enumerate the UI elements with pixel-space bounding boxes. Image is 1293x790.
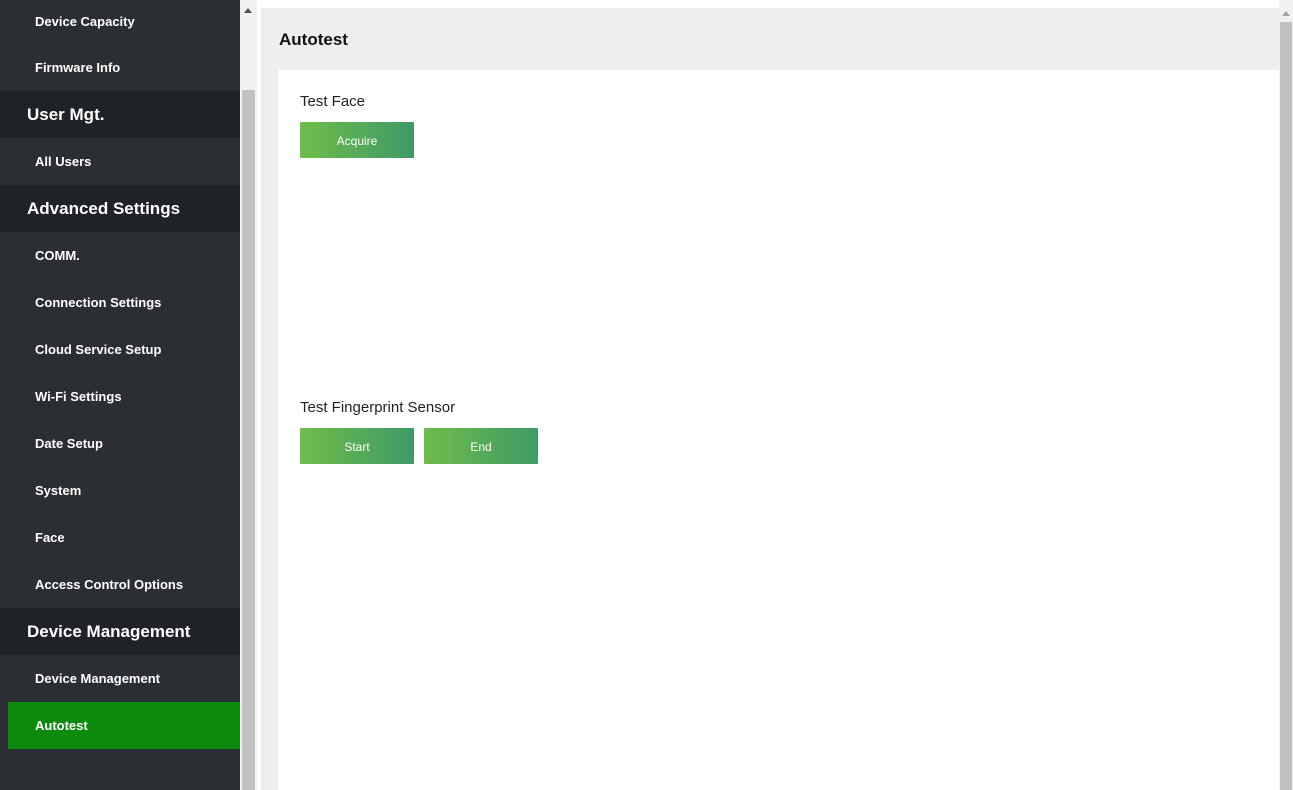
- scroll-up-arrow-icon[interactable]: [244, 8, 252, 13]
- scrollbar-thumb[interactable]: [242, 90, 255, 790]
- sidebar-item-firmware-info[interactable]: Firmware Info: [0, 44, 240, 91]
- test-fingerprint-label: Test Fingerprint Sensor: [300, 399, 456, 416]
- sidebar-item-label: Device Management: [35, 671, 160, 686]
- sidebar-item-all-users[interactable]: All Users: [0, 138, 240, 185]
- sidebar-section-user-mgt[interactable]: User Mgt.: [0, 91, 240, 138]
- sidebar-item-label: Date Setup: [35, 436, 103, 451]
- page-title: Autotest: [279, 30, 348, 49]
- sidebar-item-label: Firmware Info: [35, 60, 121, 75]
- sidebar-section-label: Advanced Settings: [27, 199, 181, 218]
- sidebar-section-label: User Mgt.: [27, 105, 105, 124]
- sidebar-item-comm[interactable]: COMM.: [0, 232, 240, 279]
- sidebar-item-label: All Users: [35, 154, 92, 169]
- autotest-panel: Test Face Acquire Test Fingerprint Senso…: [277, 70, 1278, 790]
- sidebar-item-wifi-settings[interactable]: Wi-Fi Settings: [0, 373, 240, 420]
- scroll-up-arrow-icon[interactable]: [1282, 11, 1290, 16]
- sidebar-section-device-management[interactable]: Device Management: [0, 608, 240, 655]
- sidebar-item-label: Cloud Service Setup: [35, 342, 162, 357]
- sidebar-section-label: Device Management: [27, 622, 191, 641]
- sidebar: Device Capacity Firmware Info User Mgt. …: [0, 0, 240, 790]
- end-button[interactable]: End: [424, 428, 538, 464]
- sidebar-item-autotest[interactable]: Autotest: [8, 702, 240, 749]
- sidebar-item-connection-settings[interactable]: Connection Settings: [0, 279, 240, 326]
- sidebar-item-label: Face: [35, 530, 65, 545]
- scrollbar-thumb[interactable]: [1280, 22, 1292, 790]
- sidebar-item-cloud-service-setup[interactable]: Cloud Service Setup: [0, 326, 240, 373]
- sidebar-item-label: Wi-Fi Settings: [35, 389, 122, 404]
- sidebar-scrollbar[interactable]: [240, 0, 257, 790]
- sidebar-item-device-management[interactable]: Device Management: [0, 655, 240, 702]
- sidebar-item-label: Autotest: [35, 718, 88, 733]
- acquire-button[interactable]: Acquire: [300, 122, 414, 158]
- test-face-label: Test Face: [300, 93, 366, 110]
- title-bar: Autotest: [261, 8, 1279, 70]
- sidebar-section-advanced-settings[interactable]: Advanced Settings: [0, 185, 240, 232]
- sidebar-item-face[interactable]: Face: [0, 514, 240, 561]
- sidebar-item-system[interactable]: System: [0, 467, 240, 514]
- sidebar-item-label: COMM.: [35, 248, 80, 263]
- sidebar-item-label: Access Control Options: [35, 577, 184, 592]
- panel-margin: [261, 70, 277, 790]
- sidebar-item-label: System: [35, 483, 82, 498]
- main-scrollbar[interactable]: [1279, 0, 1293, 790]
- sidebar-item-access-control-options[interactable]: Access Control Options: [0, 561, 240, 608]
- sidebar-item-date-setup[interactable]: Date Setup: [0, 420, 240, 467]
- start-button[interactable]: Start: [300, 428, 414, 464]
- sidebar-item-label: Connection Settings: [35, 295, 162, 310]
- main-content: Autotest Test Face Acquire Test Fingerpr…: [257, 0, 1279, 790]
- sidebar-item-device-capacity[interactable]: Device Capacity: [0, 0, 240, 44]
- sidebar-item-label: Device Capacity: [35, 14, 135, 29]
